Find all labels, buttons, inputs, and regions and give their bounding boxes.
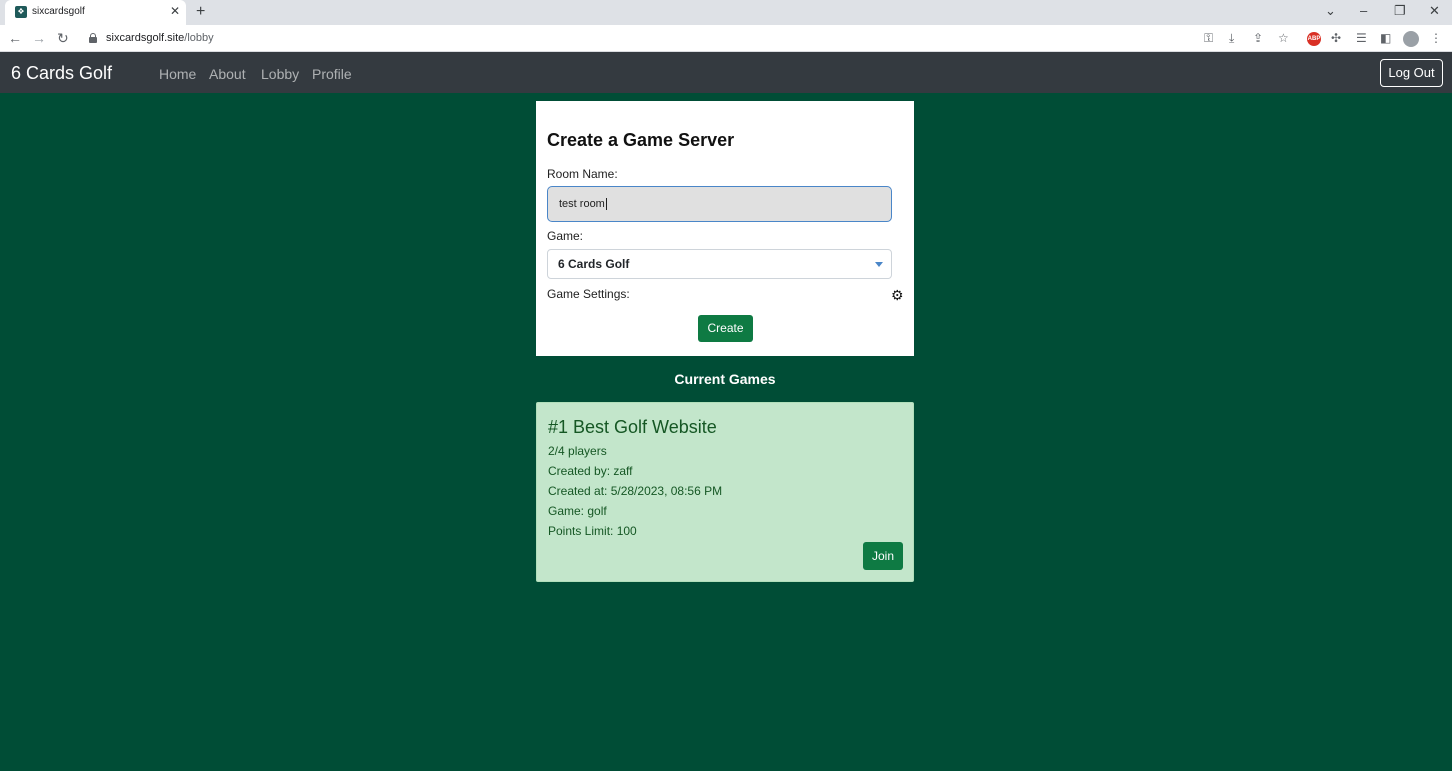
game-players: 2/4 players [548,444,607,458]
game-room-name: #1 Best Golf Website [548,417,717,437]
back-icon[interactable]: ← [8,30,22,46]
adblock-icon[interactable]: ABP [1307,32,1321,46]
key-icon[interactable]: ⚿ [1204,31,1213,45]
restore-icon[interactable]: ❐ [1394,3,1406,19]
text-caret [605,198,607,211]
extensions-icon[interactable]: ✣ [1331,31,1341,45]
profile-icon[interactable] [1403,31,1419,47]
url-path: /lobby [184,32,214,44]
sidebar-icon[interactable]: ◧ [1380,31,1391,45]
game-label: Game: [547,229,584,243]
star-icon[interactable]: ☆ [1278,31,1289,45]
create-button[interactable]: Create [698,315,753,342]
browser-tab-bar: ❖ sixcardsgolf ✕ + ⌄ – ❐ ✕ [0,0,1452,25]
logout-button[interactable]: Log Out [1380,59,1443,87]
room-name-label: Room Name: [547,167,618,181]
nav-link-home[interactable]: Home [159,66,196,82]
site-navbar: 6 Cards Golf Home About Lobby Profile Lo… [0,52,1452,93]
nav-link-lobby[interactable]: Lobby [261,66,299,82]
game-type: Game: golf [548,504,607,518]
browser-toolbar: ← → ↻ sixcardsgolf.site/lobby ⚿ ⤓ ⇪ ☆ ✣ … [0,25,1452,52]
install-icon[interactable]: ⤓ [1229,31,1234,45]
create-title: Create a Game Server [547,130,735,150]
new-tab-icon[interactable]: + [196,3,205,21]
reload-icon[interactable]: ↻ [57,30,69,46]
nav-link-profile[interactable]: Profile [312,66,352,82]
share-icon[interactable]: ⇪ [1253,31,1263,45]
forward-icon[interactable]: → [32,30,46,46]
close-tab-icon[interactable]: ✕ [170,4,180,18]
tab-search-icon[interactable]: ⌄ [1325,3,1336,19]
game-select-value: 6 Cards Golf [558,257,630,271]
create-game-card: Create a Game Server Room Name: test roo… [536,101,914,356]
window-close-icon[interactable]: ✕ [1429,3,1440,19]
reading-list-icon[interactable]: ☰ [1356,31,1367,45]
minimize-icon[interactable]: – [1360,3,1367,18]
game-created-by: Created by: zaff [548,464,633,478]
url-host: sixcardsgolf.site [106,32,185,44]
game-created-at: Created at: 5/28/2023, 08:56 PM [548,484,723,498]
lock-icon[interactable] [89,33,97,43]
game-settings-label: Game Settings: [547,287,630,301]
address-bar[interactable]: sixcardsgolf.site/lobby [106,32,214,44]
menu-icon[interactable]: ⋮ [1430,31,1442,45]
chevron-down-icon [875,262,883,267]
current-games-heading: Current Games [674,371,776,387]
nav-link-about[interactable]: About [209,66,246,82]
room-name-value: test room [559,198,605,210]
game-points-limit: Points Limit: 100 [548,524,637,538]
join-button[interactable]: Join [863,542,903,570]
site-favicon-icon: ❖ [15,6,27,18]
browser-tab[interactable]: ❖ sixcardsgolf ✕ [5,0,186,25]
gear-icon[interactable]: ⚙ [891,288,904,302]
room-name-input[interactable]: test room [547,186,892,222]
game-card: #1 Best Golf Website 2/4 players Created… [536,402,914,582]
brand-link[interactable]: 6 Cards Golf [11,63,112,84]
tab-title: sixcardsgolf [32,6,85,17]
game-select[interactable]: 6 Cards Golf [547,249,892,279]
